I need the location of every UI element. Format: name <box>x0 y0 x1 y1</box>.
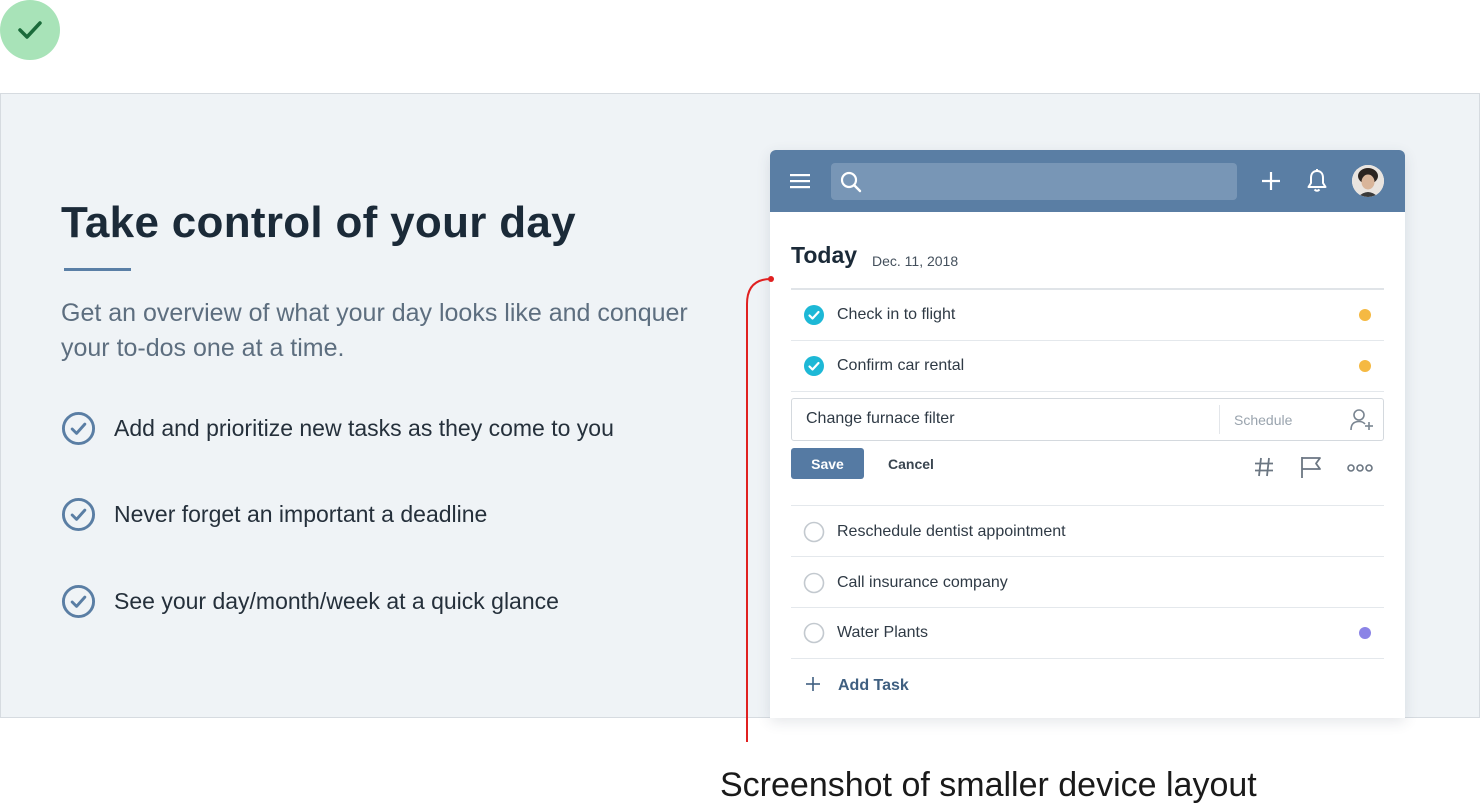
checked-circle-icon[interactable] <box>803 355 825 377</box>
task-edit-field[interactable]: Change furnace filter Schedule <box>791 398 1384 441</box>
checked-circle-icon[interactable] <box>803 304 825 326</box>
priority-dot <box>1359 309 1371 321</box>
checkmark-icon <box>18 21 42 39</box>
task-row[interactable]: Confirm car rental <box>791 341 1384 391</box>
search-input[interactable] <box>831 163 1237 200</box>
annotation-caption: Screenshot of smaller device layout <box>720 766 1257 804</box>
divider <box>1219 405 1220 434</box>
task-label: Confirm car rental <box>837 357 965 374</box>
search-icon <box>840 171 862 193</box>
task-label: Water Plants <box>837 624 928 641</box>
schedule-button[interactable]: Schedule <box>1234 412 1292 428</box>
check-circle-icon <box>61 497 96 532</box>
divider <box>791 505 1384 506</box>
task-row[interactable]: Water Plants <box>791 608 1384 658</box>
task-label: Check in to flight <box>837 306 956 323</box>
plus-icon <box>806 677 820 691</box>
empty-circle-icon[interactable] <box>803 622 825 644</box>
save-button[interactable]: Save <box>791 448 864 479</box>
plus-icon[interactable] <box>1260 170 1282 192</box>
priority-dot <box>1359 360 1371 372</box>
task-row[interactable]: Call insurance company <box>791 558 1384 608</box>
page-title: Today <box>791 242 858 268</box>
task-label: Reschedule dentist appointment <box>837 523 1066 540</box>
cancel-button[interactable]: Cancel <box>888 456 934 472</box>
feature-item: Never forget an important a deadline <box>61 497 487 532</box>
check-circle-icon <box>61 411 96 446</box>
priority-dot <box>1359 627 1371 639</box>
task-row[interactable]: Reschedule dentist appointment <box>791 507 1384 557</box>
hero-title: Take control of your day <box>61 198 576 247</box>
annotation-pointer <box>746 276 774 742</box>
task-label: Call insurance company <box>837 574 1008 591</box>
feature-text: Never forget an important a deadline <box>114 501 488 527</box>
divider <box>791 391 1384 392</box>
hashtag-icon[interactable] <box>1253 456 1275 478</box>
divider <box>791 658 1384 659</box>
success-check-badge <box>0 0 60 60</box>
feature-text: See your day/month/week at a quick glanc… <box>114 588 559 614</box>
task-row[interactable]: Check in to flight <box>791 290 1384 340</box>
feature-item: Add and prioritize new tasks as they com… <box>61 411 614 446</box>
avatar-image <box>1352 165 1384 197</box>
avatar[interactable] <box>1352 165 1384 197</box>
hamburger-menu-icon[interactable] <box>790 171 811 191</box>
divider <box>791 556 1384 557</box>
check-circle-icon <box>61 584 96 619</box>
flag-icon[interactable] <box>1299 455 1323 479</box>
feature-item: See your day/month/week at a quick glanc… <box>61 584 559 619</box>
task-edit-input[interactable]: Change furnace filter <box>806 410 955 428</box>
add-task-button[interactable]: Add Task <box>791 670 1384 702</box>
device-mockup: Today Dec. 11, 2018 Check in to flight C… <box>770 150 1405 718</box>
date-label: Dec. 11, 2018 <box>872 253 959 269</box>
add-task-label: Add Task <box>838 677 909 694</box>
empty-circle-icon[interactable] <box>803 572 825 594</box>
app-header <box>770 150 1405 212</box>
feature-text: Add and prioritize new tasks as they com… <box>114 415 614 441</box>
add-person-icon[interactable] <box>1349 408 1375 432</box>
title-underline <box>64 268 131 271</box>
bell-icon[interactable] <box>1305 168 1329 194</box>
hero-lead-text: Get an overview of what your day looks l… <box>61 299 688 362</box>
empty-circle-icon[interactable] <box>803 521 825 543</box>
more-options-icon[interactable] <box>1347 462 1373 474</box>
